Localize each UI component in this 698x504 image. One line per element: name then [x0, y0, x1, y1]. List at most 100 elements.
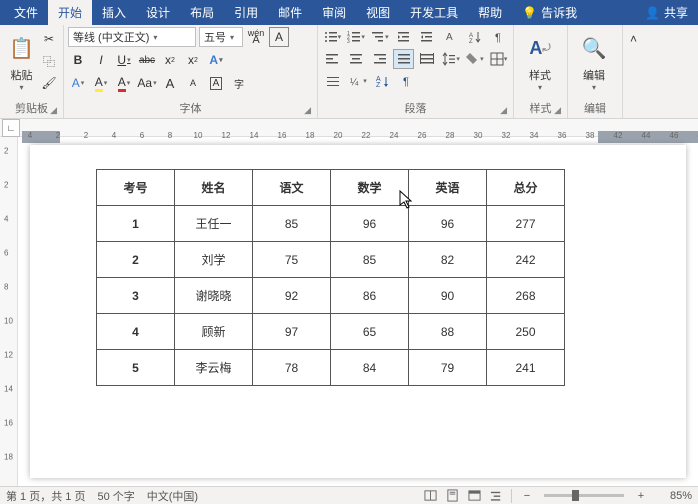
editing-button[interactable]: 🔍 编辑 ▾ — [572, 27, 616, 97]
print-layout-button[interactable] — [441, 488, 463, 504]
align-justify-button[interactable] — [393, 49, 414, 69]
table-header[interactable]: 英语 — [409, 170, 487, 206]
decrease-indent-button[interactable] — [393, 27, 414, 47]
table-cell[interactable]: 90 — [409, 278, 487, 314]
web-layout-button[interactable] — [463, 488, 485, 504]
document-page[interactable]: 考号姓名语文数学英语总分 1王任一8596962772刘学7585822423谢… — [30, 145, 686, 478]
table-cell[interactable]: 96 — [409, 206, 487, 242]
table-cell[interactable]: 97 — [253, 314, 331, 350]
char-scaling-button[interactable]: ¼▾ — [347, 71, 369, 91]
strikethrough-button[interactable]: abc — [137, 50, 157, 70]
table-cell[interactable]: 65 — [331, 314, 409, 350]
align-left-button[interactable] — [322, 49, 343, 69]
table-row[interactable]: 3谢晓晓928690268 — [97, 278, 565, 314]
paragraph-launcher[interactable]: ◢ — [500, 105, 507, 116]
paste-button[interactable]: 📋 粘贴 ▾ — [4, 27, 39, 97]
phonetic-guide-button[interactable]: wénA — [246, 27, 266, 47]
tab-selector[interactable]: ∟ — [2, 119, 20, 137]
format-painter-button[interactable]: 🖌 — [39, 73, 59, 93]
table-cell[interactable]: 86 — [331, 278, 409, 314]
shrink-font-button[interactable]: A — [183, 73, 203, 93]
table-cell[interactable]: 75 — [253, 242, 331, 278]
superscript-button[interactable]: x2 — [183, 50, 203, 70]
ruler-vertical[interactable]: 224681012141618 — [0, 137, 18, 486]
table-header[interactable]: 考号 — [97, 170, 175, 206]
borders-button[interactable]: ▾ — [488, 49, 509, 69]
zoom-level[interactable]: 85% — [652, 490, 692, 502]
font-launcher[interactable]: ◢ — [304, 105, 311, 116]
tab-layout[interactable]: 布局 — [180, 0, 224, 25]
distributed-button[interactable] — [417, 49, 438, 69]
outline-button[interactable] — [485, 488, 507, 504]
char-border-button[interactable]: A — [269, 27, 289, 47]
table-cell[interactable]: 96 — [331, 206, 409, 242]
font-color-button[interactable]: A — [114, 73, 134, 93]
enclosed-char-button[interactable]: A — [206, 73, 226, 93]
increase-indent-button[interactable] — [417, 27, 438, 47]
ruler-horizontal[interactable]: ∟ 42246810121416182022242628303234363842… — [0, 119, 698, 137]
table-cell[interactable]: 1 — [97, 206, 175, 242]
tab-design[interactable]: 设计 — [136, 0, 180, 25]
tab-mailings[interactable]: 邮件 — [268, 0, 312, 25]
ltr-button[interactable]: A — [441, 27, 462, 47]
grow-font-button[interactable]: A — [160, 73, 180, 93]
table-cell[interactable]: 顾新 — [175, 314, 253, 350]
tab-review[interactable]: 审阅 — [312, 0, 356, 25]
tab-help[interactable]: 帮助 — [468, 0, 512, 25]
table-cell[interactable]: 241 — [487, 350, 565, 386]
tab-developer[interactable]: 开发工具 — [400, 0, 468, 25]
change-case-button[interactable]: Aa — [137, 73, 157, 93]
char-shading-button[interactable]: A — [68, 73, 88, 93]
table-cell[interactable]: 刘学 — [175, 242, 253, 278]
clipboard-launcher[interactable]: ◢ — [50, 105, 57, 116]
table-header[interactable]: 总分 — [487, 170, 565, 206]
numbering-button[interactable]: 123▾ — [346, 27, 367, 47]
table-cell[interactable]: 4 — [97, 314, 175, 350]
tab-insert[interactable]: 插入 — [92, 0, 136, 25]
text-effects-button[interactable]: A — [206, 50, 226, 70]
table-cell[interactable]: 5 — [97, 350, 175, 386]
table-cell[interactable]: 92 — [253, 278, 331, 314]
table-cell[interactable]: 79 — [409, 350, 487, 386]
italic-button[interactable]: I — [91, 50, 111, 70]
table-cell[interactable]: 3 — [97, 278, 175, 314]
underline-button[interactable]: U — [114, 50, 134, 70]
zoom-in-button[interactable]: + — [630, 488, 652, 504]
table-cell[interactable]: 85 — [331, 242, 409, 278]
sort-button[interactable]: AZ — [465, 27, 486, 47]
subscript-button[interactable]: x2 — [160, 50, 180, 70]
tab-references[interactable]: 引用 — [224, 0, 268, 25]
page-count[interactable]: 第 1 页，共 1 页 — [6, 488, 85, 504]
table-cell[interactable]: 78 — [253, 350, 331, 386]
snap-grid-button[interactable] — [322, 71, 344, 91]
table-row[interactable]: 5李云梅788479241 — [97, 350, 565, 386]
table-cell[interactable]: 277 — [487, 206, 565, 242]
table-row[interactable]: 2刘学758582242 — [97, 242, 565, 278]
clear-format-button[interactable]: 字 — [229, 73, 249, 93]
read-mode-button[interactable] — [419, 488, 441, 504]
share-button[interactable]: 👤共享 — [635, 0, 698, 25]
table-header[interactable]: 语文 — [253, 170, 331, 206]
table-cell[interactable]: 82 — [409, 242, 487, 278]
zoom-out-button[interactable]: − — [516, 488, 538, 504]
line-spacing-button[interactable]: ▾ — [441, 49, 462, 69]
copy-button[interactable]: ⿻ — [39, 51, 59, 71]
styles-button[interactable]: A⤾ 样式 ▾ — [518, 27, 562, 97]
table-cell[interactable]: 242 — [487, 242, 565, 278]
language[interactable]: 中文(中国) — [147, 488, 198, 504]
word-count[interactable]: 50 个字 — [97, 488, 134, 504]
tab-file[interactable]: 文件 — [4, 0, 48, 25]
tab-view[interactable]: 视图 — [356, 0, 400, 25]
align-center-button[interactable] — [346, 49, 367, 69]
table-cell[interactable]: 88 — [409, 314, 487, 350]
sort-az-button[interactable]: AZ — [372, 71, 394, 91]
table-cell[interactable]: 2 — [97, 242, 175, 278]
align-right-button[interactable] — [370, 49, 391, 69]
highlight-button[interactable]: A — [91, 73, 111, 93]
table-cell[interactable]: 250 — [487, 314, 565, 350]
table-cell[interactable]: 谢晓晓 — [175, 278, 253, 314]
table-row[interactable]: 1王任一859696277 — [97, 206, 565, 242]
tell-me[interactable]: 💡告诉我 — [512, 0, 587, 25]
styles-launcher[interactable]: ◢ — [554, 105, 561, 116]
shading-button[interactable]: ▾ — [465, 49, 486, 69]
